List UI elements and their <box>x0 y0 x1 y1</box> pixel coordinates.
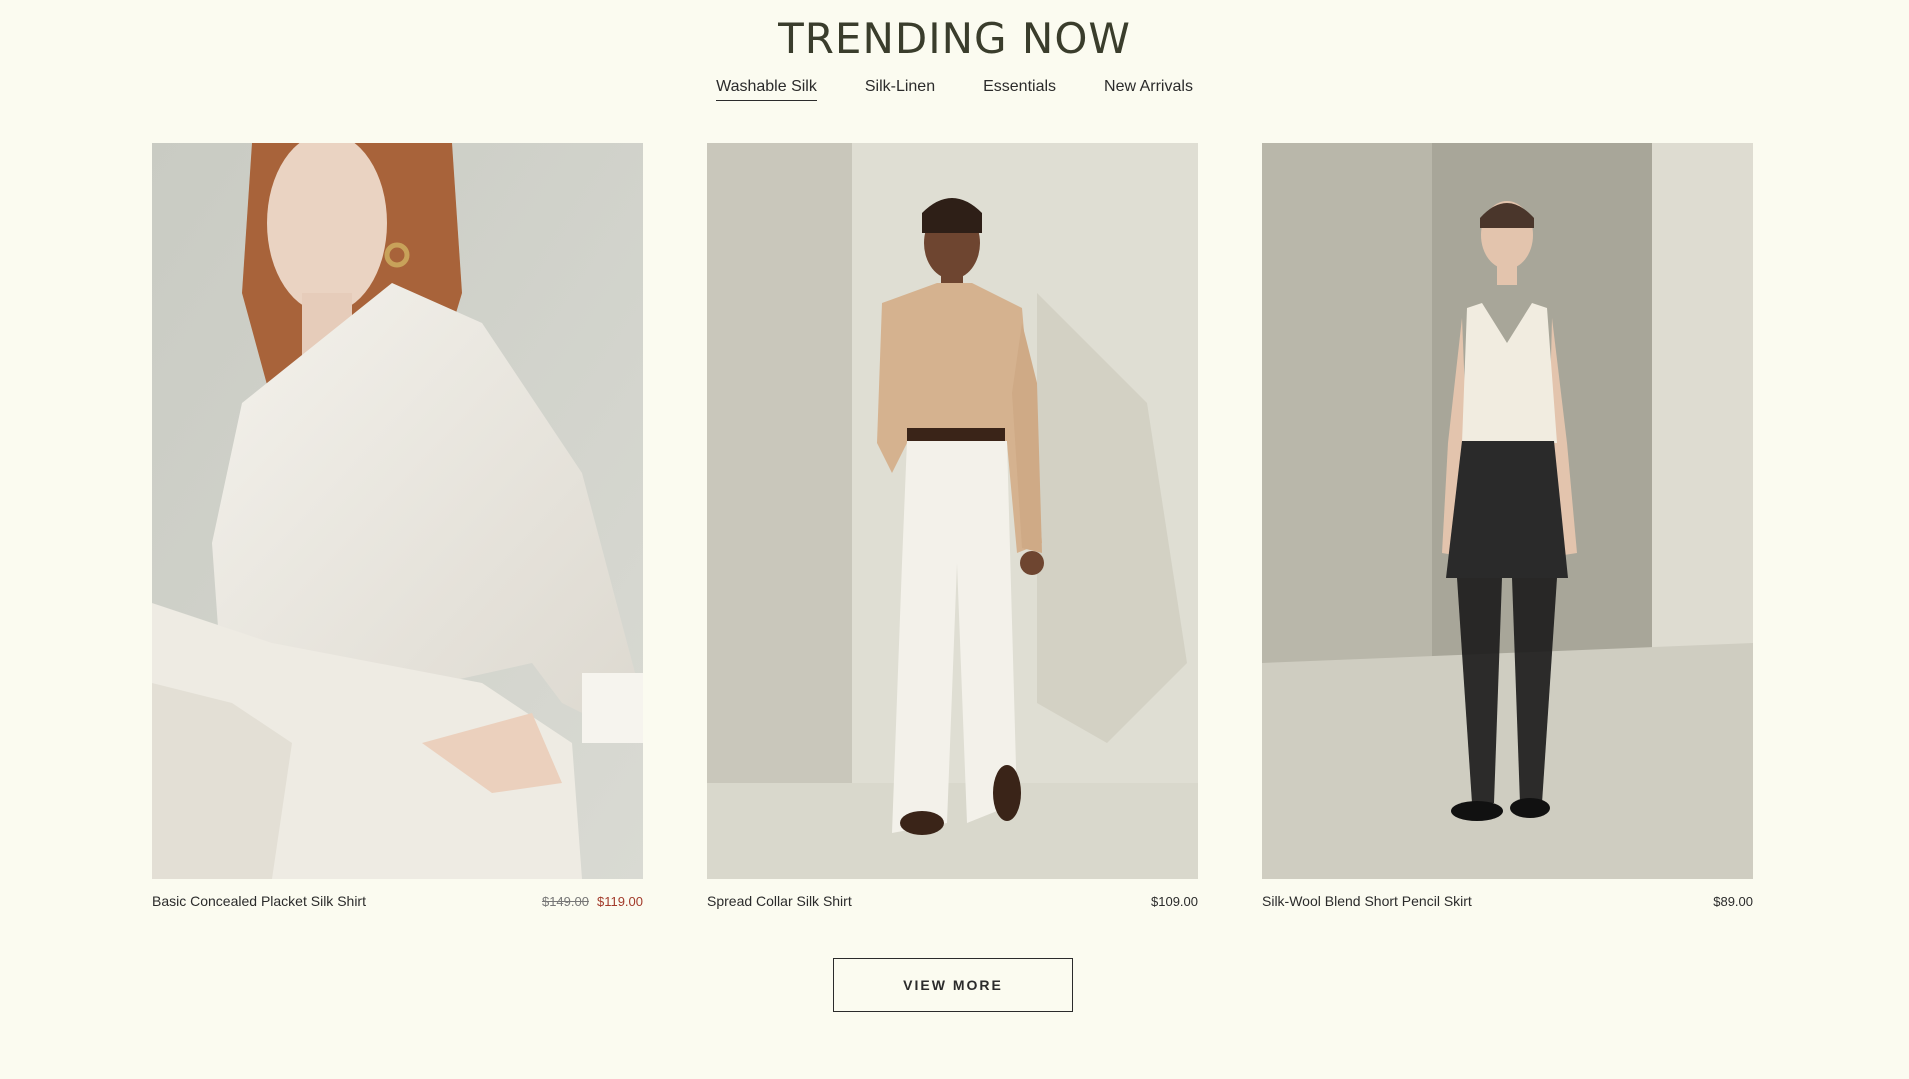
product-grid: Basic Concealed Placket Silk Shirt $149.… <box>152 143 1753 909</box>
sale-price: $119.00 <box>596 894 643 909</box>
product-image[interactable] <box>152 143 643 879</box>
product-name[interactable]: Spread Collar Silk Shirt <box>707 893 852 909</box>
price: $109.00 <box>1151 894 1198 909</box>
product-name[interactable]: Basic Concealed Placket Silk Shirt <box>152 893 366 909</box>
price-group: $109.00 <box>1151 894 1198 909</box>
tab-new-arrivals[interactable]: New Arrivals <box>1104 78 1193 101</box>
product-image[interactable] <box>1262 143 1753 879</box>
category-tabs: Washable Silk Silk-Linen Essentials New … <box>0 78 1909 101</box>
view-more-button[interactable]: VIEW MORE <box>833 958 1073 1012</box>
product-card[interactable]: Spread Collar Silk Shirt $109.00 <box>707 143 1198 909</box>
price-group: $149.00 $119.00 <box>542 894 643 909</box>
tab-essentials[interactable]: Essentials <box>983 78 1056 101</box>
product-card[interactable]: Silk-Wool Blend Short Pencil Skirt $89.0… <box>1262 143 1753 909</box>
price: $89.00 <box>1713 894 1753 909</box>
product-image[interactable] <box>707 143 1198 879</box>
price-group: $89.00 <box>1713 894 1753 909</box>
tab-silk-linen[interactable]: Silk-Linen <box>865 78 935 101</box>
original-price: $149.00 <box>541 894 589 909</box>
product-card[interactable]: Basic Concealed Placket Silk Shirt $149.… <box>152 143 643 909</box>
tab-washable-silk[interactable]: Washable Silk <box>716 78 817 101</box>
section-title: TRENDING NOW <box>778 14 1131 63</box>
product-name[interactable]: Silk-Wool Blend Short Pencil Skirt <box>1262 893 1472 909</box>
